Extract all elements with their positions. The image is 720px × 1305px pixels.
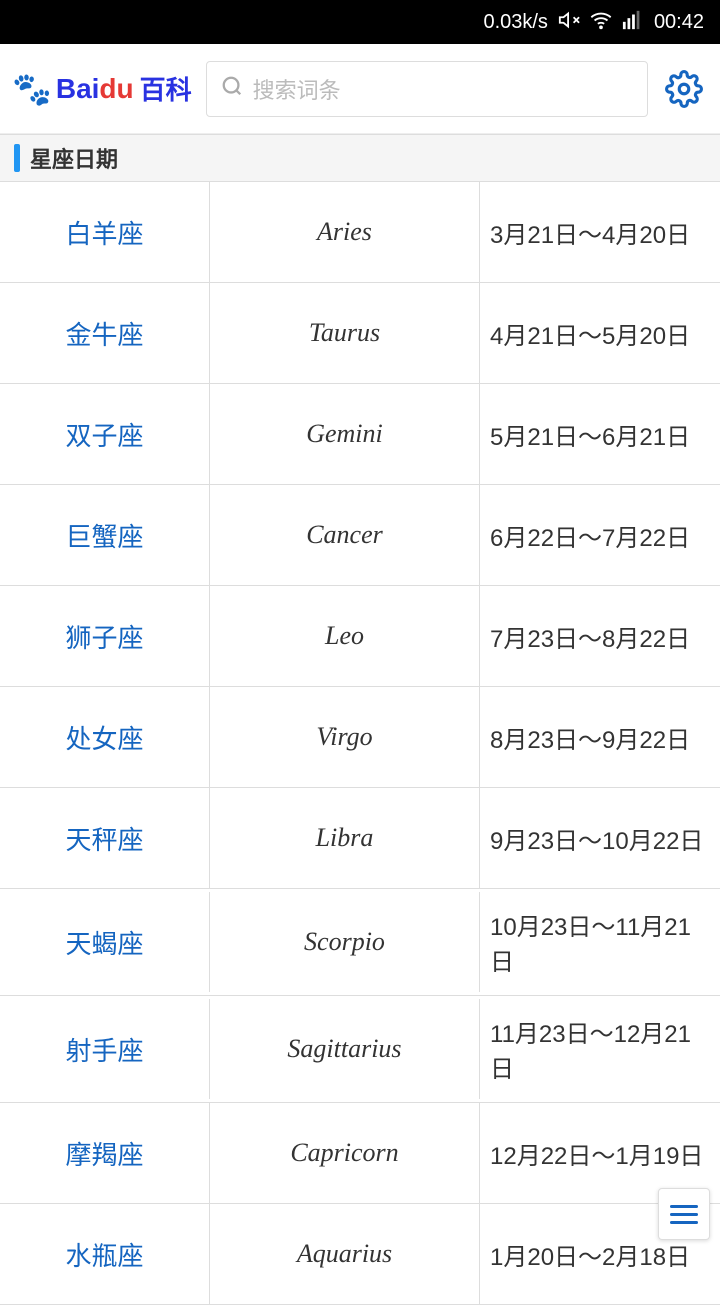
zodiac-date-7: 10月23日～11月21日: [480, 889, 720, 995]
zodiac-cn-3: 巨蟹座: [0, 485, 210, 585]
zodiac-cn-9: 摩羯座: [0, 1103, 210, 1203]
search-placeholder: 搜索词条: [253, 73, 341, 105]
section-bullet: [14, 144, 20, 172]
zodiac-latin-2: Gemini: [210, 384, 480, 484]
zodiac-date-1: 4月21日～5月20日: [480, 283, 720, 383]
zodiac-cn-2: 双子座: [0, 384, 210, 484]
zodiac-cn-4: 狮子座: [0, 586, 210, 686]
zodiac-cn-1: 金牛座: [0, 283, 210, 383]
search-bar[interactable]: 搜索词条: [206, 61, 648, 117]
baike-text: 百科: [140, 70, 192, 107]
zodiac-latin-3: Cancer: [210, 485, 480, 585]
zodiac-date-5: 8月23日～9月22日: [480, 687, 720, 787]
table-row: 白羊座 Aries 3月21日～4月20日: [0, 182, 720, 283]
zodiac-latin-1: Taurus: [210, 283, 480, 383]
zodiac-cn-6: 天秤座: [0, 788, 210, 888]
zodiac-cn-0: 白羊座: [0, 182, 210, 282]
network-speed: 0.03k/s: [483, 11, 547, 34]
zodiac-date-4: 7月23日～8月22日: [480, 586, 720, 686]
section-title-row: 星座日期: [0, 134, 720, 182]
zodiac-date-8: 11月23日～12月21日: [480, 996, 720, 1102]
zodiac-latin-8: Sagittarius: [210, 999, 480, 1099]
section-title: 星座日期: [30, 142, 118, 174]
table-row: 摩羯座 Capricorn 12月22日～1月19日: [0, 1103, 720, 1204]
clock: 00:42: [654, 11, 704, 34]
zodiac-latin-6: Libra: [210, 788, 480, 888]
toc-icon: [670, 1205, 698, 1224]
zodiac-cn-8: 射手座: [0, 999, 210, 1099]
zodiac-latin-5: Virgo: [210, 687, 480, 787]
zodiac-cn-5: 处女座: [0, 687, 210, 787]
search-icon: [221, 75, 243, 103]
table-row: 射手座 Sagittarius 11月23日～12月21日: [0, 996, 720, 1103]
mute-icon: [558, 9, 580, 36]
zodiac-date-2: 5月21日～6月21日: [480, 384, 720, 484]
table-row: 处女座 Virgo 8月23日～9月22日: [0, 687, 720, 788]
baidu-logo[interactable]: 🐾 Baidu 百科: [12, 70, 194, 108]
header: 🐾 Baidu 百科 搜索词条: [0, 44, 720, 134]
signal-icon: [622, 9, 644, 36]
zodiac-date-0: 3月21日～4月20日: [480, 182, 720, 282]
zodiac-latin-9: Capricorn: [210, 1103, 480, 1203]
zodiac-date-3: 6月22日～7月22日: [480, 485, 720, 585]
table-row: 双子座 Gemini 5月21日～6月21日: [0, 384, 720, 485]
table-row: 狮子座 Leo 7月23日～8月22日: [0, 586, 720, 687]
wifi-icon: [590, 9, 612, 36]
zodiac-date-6: 9月23日～10月22日: [480, 788, 720, 888]
table-row: 水瓶座 Aquarius 1月20日～2月18日: [0, 1204, 720, 1305]
zodiac-latin-10: Aquarius: [210, 1204, 480, 1304]
table-row: 天秤座 Libra 9月23日～10月22日: [0, 788, 720, 889]
paw-icon: 🐾: [12, 70, 52, 108]
zodiac-cn-7: 天蝎座: [0, 892, 210, 992]
table-row: 金牛座 Taurus 4月21日～5月20日: [0, 283, 720, 384]
status-bar: 0.03k/s 00:42: [0, 0, 720, 44]
zodiac-cn-10: 水瓶座: [0, 1204, 210, 1304]
zodiac-table: 白羊座 Aries 3月21日～4月20日 金牛座 Taurus 4月21日～5…: [0, 182, 720, 1305]
zodiac-latin-7: Scorpio: [210, 892, 480, 992]
toc-button[interactable]: [658, 1188, 710, 1240]
zodiac-latin-0: Aries: [210, 182, 480, 282]
zodiac-latin-4: Leo: [210, 586, 480, 686]
logo-text: Baidu: [56, 73, 134, 105]
table-row: 巨蟹座 Cancer 6月22日～7月22日: [0, 485, 720, 586]
settings-button[interactable]: [660, 65, 708, 113]
table-row: 天蝎座 Scorpio 10月23日～11月21日: [0, 889, 720, 996]
